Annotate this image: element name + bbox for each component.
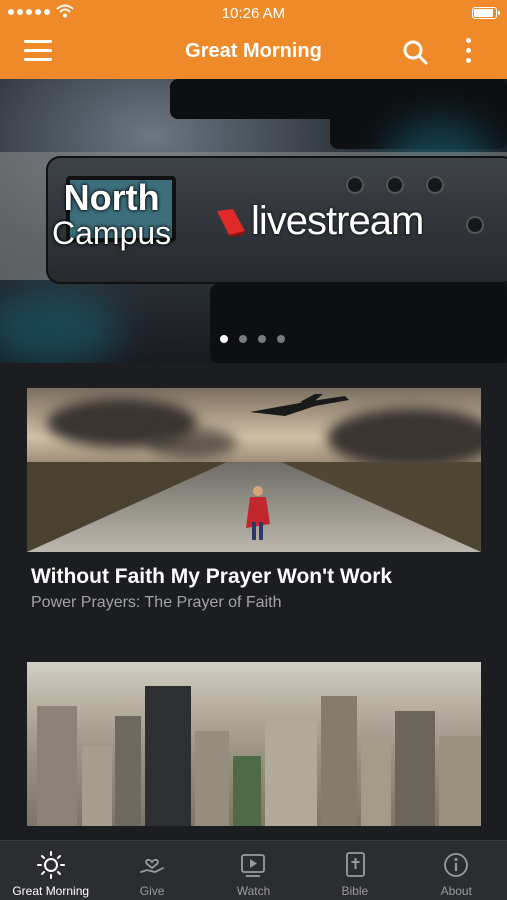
carousel-dot[interactable]	[277, 335, 285, 343]
superhero-kid	[246, 486, 270, 540]
livestream-logo: livestream	[215, 199, 424, 244]
page-title: Great Morning	[185, 40, 322, 62]
nav-bar: Great Morning	[0, 26, 507, 79]
video-play-icon	[241, 854, 266, 877]
card-title[interactable]: Without Faith My Prayer Won't Work	[31, 565, 392, 589]
give-hand-icon	[140, 858, 164, 873]
tab-great-morning[interactable]: Great Morning	[0, 841, 101, 900]
card-image-faith[interactable]	[27, 388, 481, 552]
search-icon[interactable]	[401, 38, 429, 66]
tab-label: Great Morning	[12, 884, 90, 898]
hero-carousel[interactable]: North Campus livestream	[0, 79, 507, 363]
battery-icon	[472, 7, 500, 19]
status-time: 10:26 AM	[221, 5, 286, 22]
tab-label: Bible	[341, 884, 369, 898]
more-vertical-icon[interactable]	[460, 38, 476, 66]
tab-label: About	[440, 884, 472, 898]
carousel-dot[interactable]	[220, 335, 228, 343]
card-subtitle: Power Prayers: The Prayer of Faith	[31, 594, 282, 611]
tab-label: Give	[139, 884, 165, 898]
top-bar: 10:26 AM Great Morning	[0, 0, 507, 79]
campus-label: North Campus	[52, 179, 171, 250]
light-glow	[0, 289, 120, 363]
campus-line1: North	[63, 177, 160, 218]
status-bar: 10:26 AM	[0, 0, 507, 26]
sun-icon	[36, 851, 65, 879]
tab-about[interactable]: About	[406, 841, 507, 900]
tab-give[interactable]: Give	[101, 841, 202, 900]
livestream-brand: livestream	[251, 199, 424, 243]
carousel-dot[interactable]	[239, 335, 247, 343]
campus-line2: Campus	[52, 214, 172, 251]
camera-decor	[210, 284, 507, 363]
tab-label: Watch	[236, 884, 271, 898]
tab-bible[interactable]: Bible	[304, 841, 405, 900]
tab-watch[interactable]: Watch	[203, 841, 304, 900]
livestream-icon	[217, 208, 245, 237]
card-image-city[interactable]	[27, 662, 481, 826]
carousel-dots[interactable]	[220, 335, 285, 343]
tab-bar: Great Morning Give Watch Bible About	[0, 840, 507, 900]
info-icon	[444, 853, 469, 877]
bible-cross-icon	[345, 852, 365, 877]
carousel-dot[interactable]	[258, 335, 266, 343]
plane-icon	[250, 394, 349, 416]
